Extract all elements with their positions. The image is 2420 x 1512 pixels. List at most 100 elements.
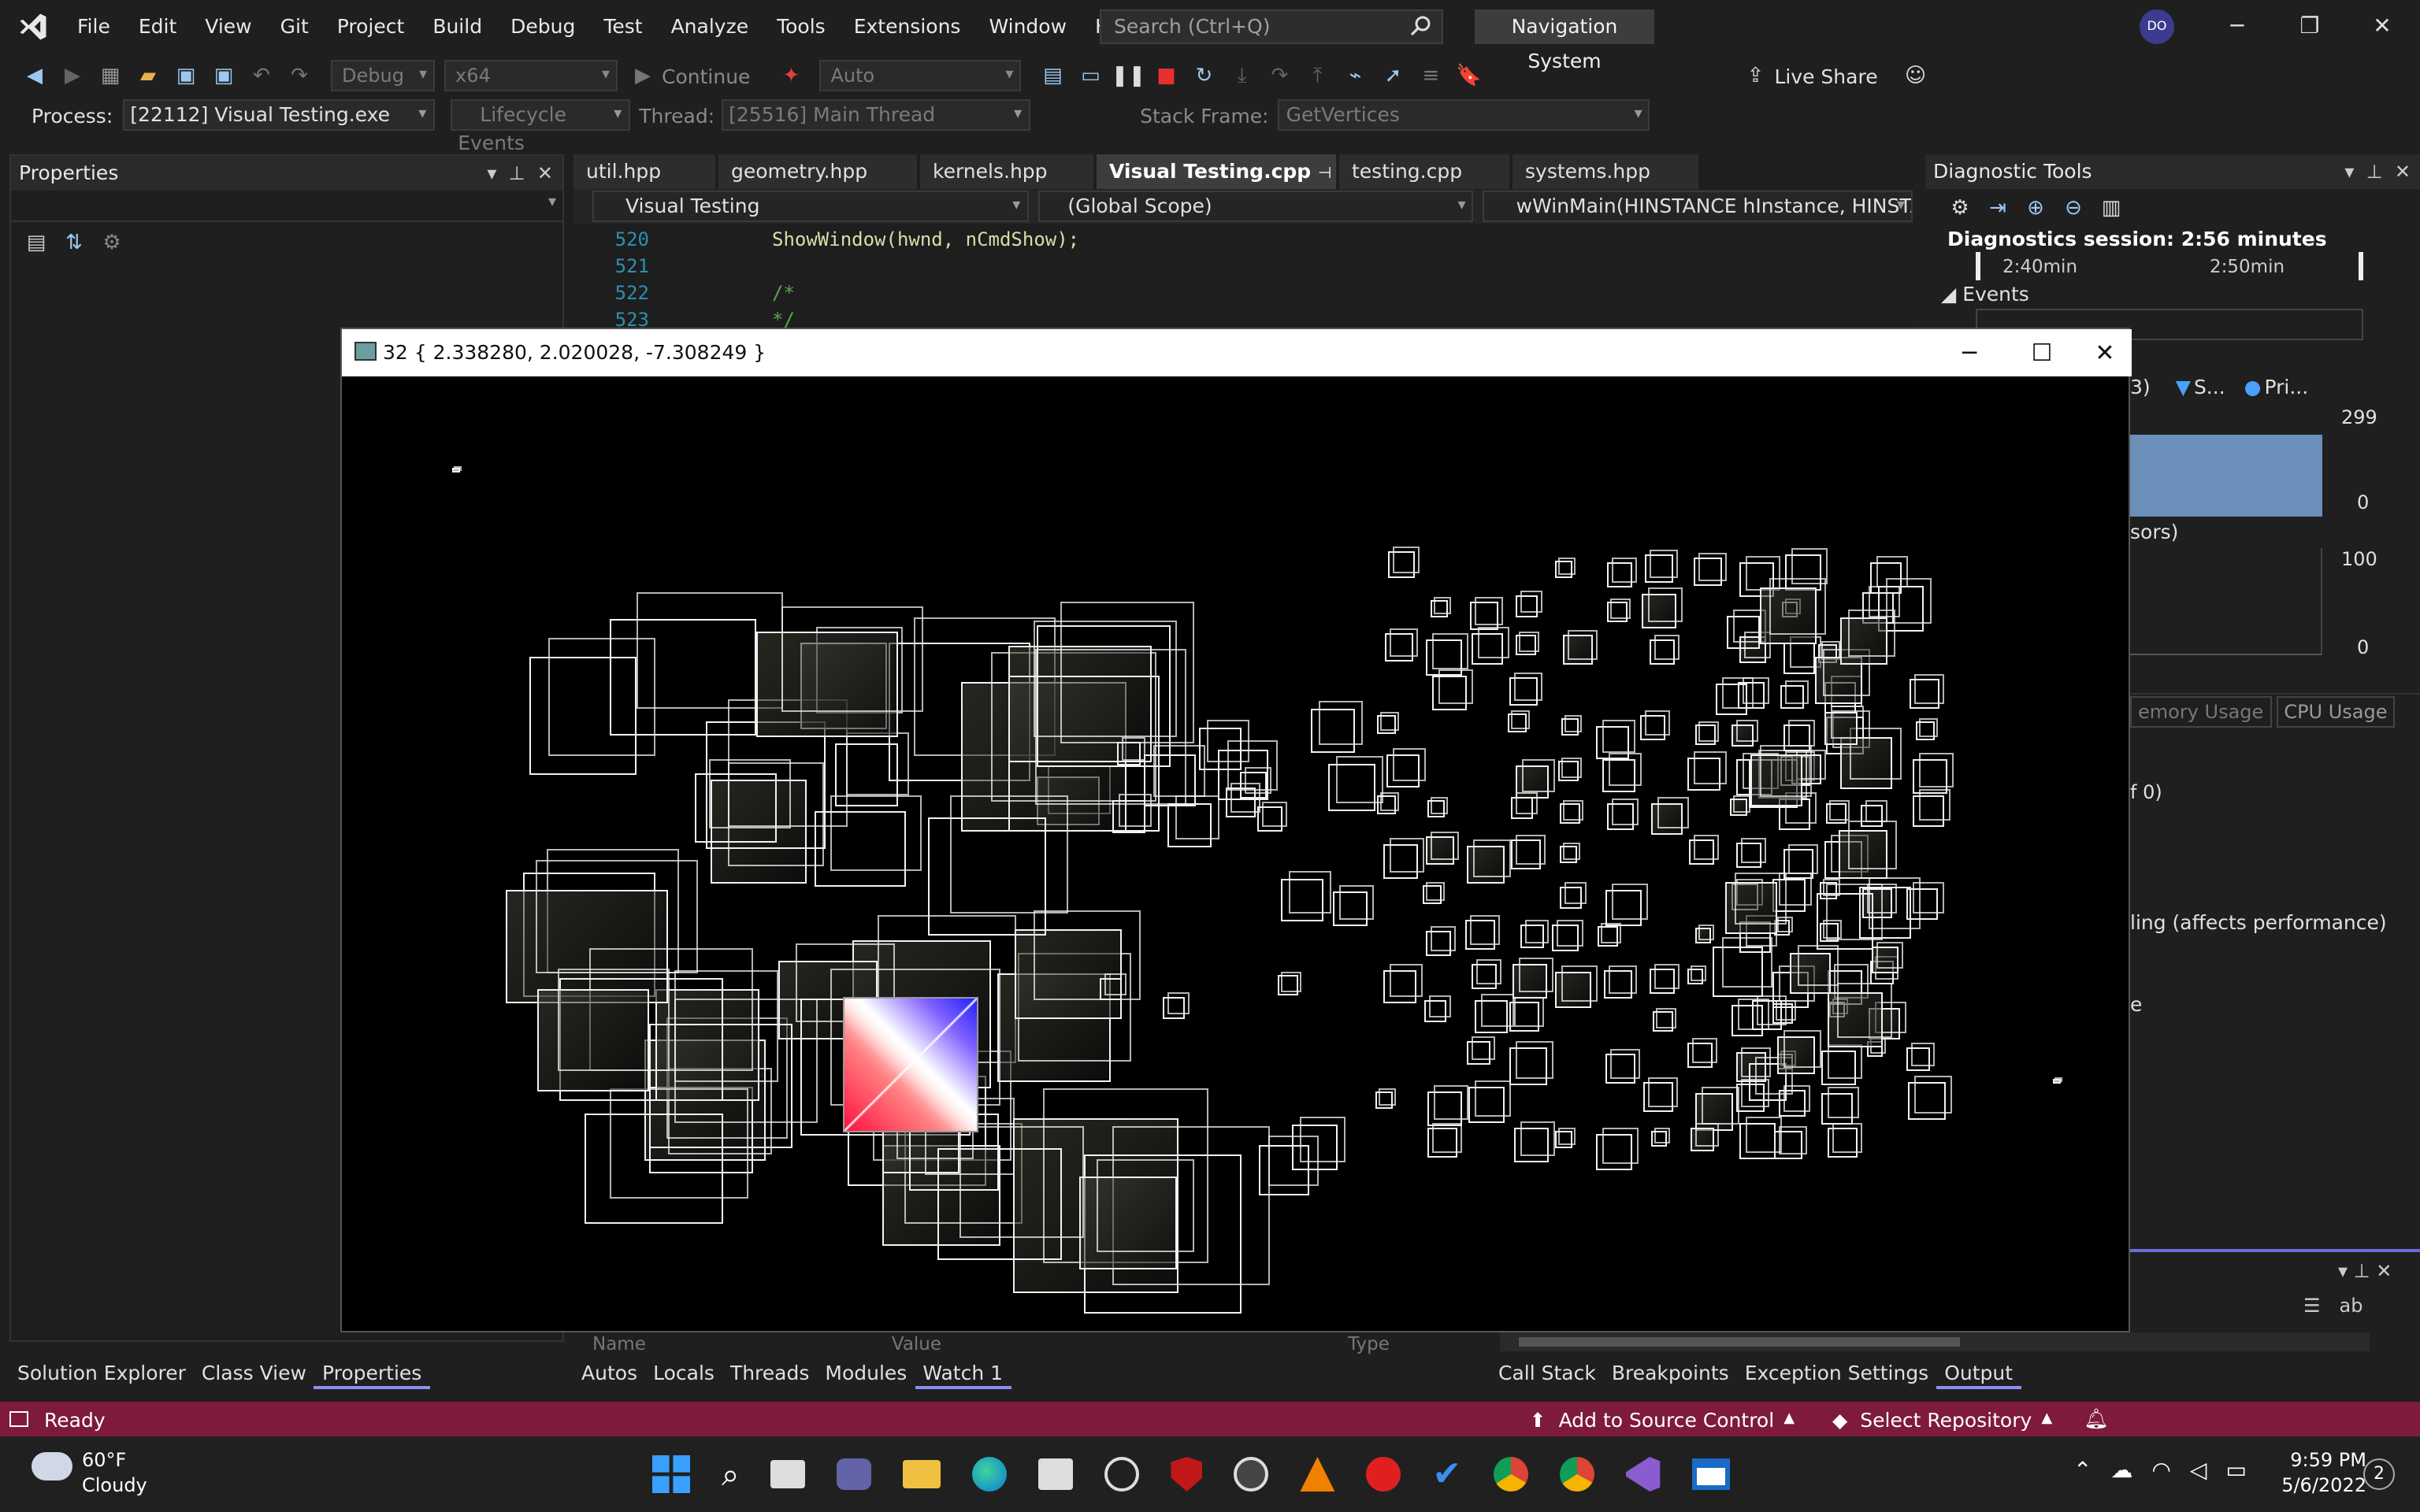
- wifi-icon[interactable]: ◠: [2151, 1458, 2170, 1484]
- tab-autos[interactable]: Autos: [573, 1358, 645, 1389]
- events-section[interactable]: ◢ Events: [1925, 280, 2420, 309]
- visual-studio-icon[interactable]: [1625, 1457, 1661, 1492]
- open-folder-icon[interactable]: ▰: [132, 60, 164, 91]
- menu-tools[interactable]: Tools: [763, 0, 840, 54]
- timeline-ruler[interactable]: 2:40min 2:50min: [1976, 252, 2363, 280]
- minimize-button[interactable]: ─: [2201, 0, 2273, 54]
- code-area[interactable]: 520 ShowWindow(hwnd, nCmdShow); 521 522 /*…: [573, 224, 1913, 334]
- visual-studio-logo-icon[interactable]: [16, 9, 50, 44]
- scope-nav-dropdown[interactable]: (Global Scope): [1037, 191, 1474, 222]
- edge-icon[interactable]: [972, 1457, 1008, 1492]
- search-input[interactable]: Search (Ctrl+Q): [1100, 9, 1443, 44]
- display-icon[interactable]: ▭: [1075, 60, 1106, 91]
- save-all-icon[interactable]: ▣: [208, 60, 239, 91]
- horizontal-scrollbar[interactable]: [1500, 1332, 2370, 1351]
- pointer-icon[interactable]: ➚: [1377, 60, 1409, 91]
- chevron-up-icon[interactable]: ⌃: [2073, 1458, 2092, 1484]
- feedback-icon[interactable]: ☺: [1900, 60, 1932, 91]
- project-nav-dropdown[interactable]: Visual Testing: [592, 191, 1029, 222]
- battery-icon[interactable]: ▭: [2225, 1458, 2246, 1484]
- process-dropdown[interactable]: [22112] Visual Testing.exe: [122, 99, 435, 131]
- chrome-icon[interactable]: [1493, 1457, 1528, 1492]
- chevron-up-icon[interactable]: ▲: [2041, 1411, 2052, 1427]
- platform-dropdown[interactable]: x64: [444, 60, 618, 91]
- tab-call-stack[interactable]: Call Stack: [1490, 1358, 1604, 1389]
- panel-controls[interactable]: ▾ ⊥ ✕: [2344, 154, 2411, 189]
- cloud-icon[interactable]: [32, 1452, 72, 1480]
- tab-exception-settings[interactable]: Exception Settings: [1737, 1358, 1937, 1389]
- function-nav-dropdown[interactable]: wWinMain(HINSTANCE hInstance, HINSTANC: [1483, 191, 1913, 222]
- avatar[interactable]: DO: [2140, 9, 2174, 44]
- bookmark-icon[interactable]: 🔖: [1453, 60, 1484, 91]
- tab-testing-cpp[interactable]: testing.cpp: [1339, 154, 1509, 189]
- categorized-icon[interactable]: ▤: [20, 227, 52, 258]
- save-icon[interactable]: ▣: [170, 60, 202, 91]
- watch-col-name[interactable]: Name: [592, 1332, 646, 1354]
- new-project-icon[interactable]: ▦: [95, 60, 126, 91]
- notifications-icon[interactable]: 🔔︎: [2084, 1406, 2109, 1432]
- diag-row-b[interactable]: ling (affects performance): [2130, 910, 2387, 934]
- menu-extensions[interactable]: Extensions: [840, 0, 975, 54]
- menu-git[interactable]: Git: [266, 0, 323, 54]
- export-icon[interactable]: ⇥: [1982, 192, 2014, 224]
- clear-all-icon[interactable]: ☰: [2303, 1295, 2321, 1317]
- mcafee-icon[interactable]: [1171, 1457, 1203, 1492]
- store-icon[interactable]: [1038, 1458, 1074, 1490]
- pause-icon[interactable]: ❚❚: [1112, 60, 1146, 91]
- step-over-icon[interactable]: ↷: [1264, 60, 1295, 91]
- app-maximize-button[interactable]: ☐: [2006, 329, 2078, 376]
- tab-threads[interactable]: Threads: [722, 1358, 817, 1389]
- menu-analyze[interactable]: Analyze: [657, 0, 763, 54]
- thread-dropdown[interactable]: [25516] Main Thread: [721, 99, 1030, 131]
- alphabetical-icon[interactable]: ⇅: [58, 227, 90, 258]
- settings-icon[interactable]: ⚙: [1944, 192, 1976, 224]
- vlc-icon[interactable]: [1300, 1457, 1335, 1492]
- tab-geometry-hpp[interactable]: geometry.hpp: [718, 154, 917, 189]
- panel-controls[interactable]: ▾ ⊥ ✕: [487, 156, 553, 191]
- comment-icon[interactable]: ≡: [1415, 60, 1446, 91]
- tab-breakpoints[interactable]: Breakpoints: [1604, 1358, 1737, 1389]
- notification-count-badge[interactable]: 2: [2363, 1458, 2395, 1490]
- app-title-bar[interactable]: 32 { 2.338280, 2.020028, -7.308249 } ─ ☐…: [342, 329, 2132, 376]
- weather-condition[interactable]: Cloudy: [82, 1474, 147, 1496]
- tab-locals[interactable]: Locals: [645, 1358, 722, 1389]
- chrome-profile-icon[interactable]: [1559, 1457, 1594, 1492]
- render-viewport[interactable]: [342, 376, 2129, 1331]
- restart-icon[interactable]: ↻: [1188, 60, 1219, 91]
- menu-edit[interactable]: Edit: [124, 0, 191, 54]
- menu-file[interactable]: File: [63, 0, 124, 54]
- tab-watch-1[interactable]: Watch 1: [915, 1358, 1011, 1389]
- tab-class-view[interactable]: Class View: [194, 1358, 314, 1389]
- app-minimize-button[interactable]: ─: [1933, 329, 2006, 376]
- menu-test[interactable]: Test: [589, 0, 656, 54]
- tab-util-hpp[interactable]: util.hpp: [573, 154, 715, 189]
- step-out-icon[interactable]: ⤒: [1301, 60, 1333, 91]
- clock-app-icon[interactable]: [1234, 1457, 1269, 1492]
- windows-start-icon[interactable]: [652, 1455, 690, 1493]
- up-arrow-icon[interactable]: ⬆: [1530, 1407, 1546, 1431]
- pin-icon[interactable]: ⊣: [1318, 165, 1331, 183]
- zoom-in-icon[interactable]: ⊕: [2020, 192, 2051, 224]
- visual-testing-app-window[interactable]: 32 { 2.338280, 2.020028, -7.308249 } ─ ☐…: [340, 328, 2132, 1332]
- dell-icon[interactable]: [1104, 1457, 1140, 1492]
- chart-icon[interactable]: ▥: [2095, 192, 2127, 224]
- close-button[interactable]: ✕: [2346, 0, 2418, 54]
- property-pages-icon[interactable]: ⚙: [96, 227, 128, 258]
- clock-time[interactable]: 9:59 PM: [2275, 1449, 2366, 1471]
- scrollbar-thumb[interactable]: [1519, 1337, 1960, 1347]
- watch-col-type[interactable]: Type: [1348, 1332, 1390, 1354]
- clock-date[interactable]: 5/6/2022: [2275, 1474, 2366, 1496]
- tab-memory-usage[interactable]: emory Usage: [2130, 695, 2272, 727]
- lifecycle-dropdown[interactable]: Lifecycle Events: [450, 99, 630, 154]
- redo-icon[interactable]: ↷: [284, 60, 315, 91]
- menu-build[interactable]: Build: [418, 0, 496, 54]
- stack-frame-dropdown[interactable]: GetVertices: [1278, 99, 1650, 131]
- tab-output[interactable]: Output: [1936, 1358, 2021, 1389]
- menu-project[interactable]: Project: [323, 0, 419, 54]
- maximize-button[interactable]: ❐: [2273, 0, 2346, 54]
- properties-object-dropdown[interactable]: ▾: [11, 191, 562, 222]
- media-player-icon[interactable]: [1366, 1457, 1401, 1492]
- output-panel-controls[interactable]: ▾ ⊥ ✕: [2338, 1260, 2392, 1282]
- tab-solution-explorer[interactable]: Solution Explorer: [9, 1358, 194, 1389]
- config-dropdown[interactable]: Debug: [331, 60, 435, 91]
